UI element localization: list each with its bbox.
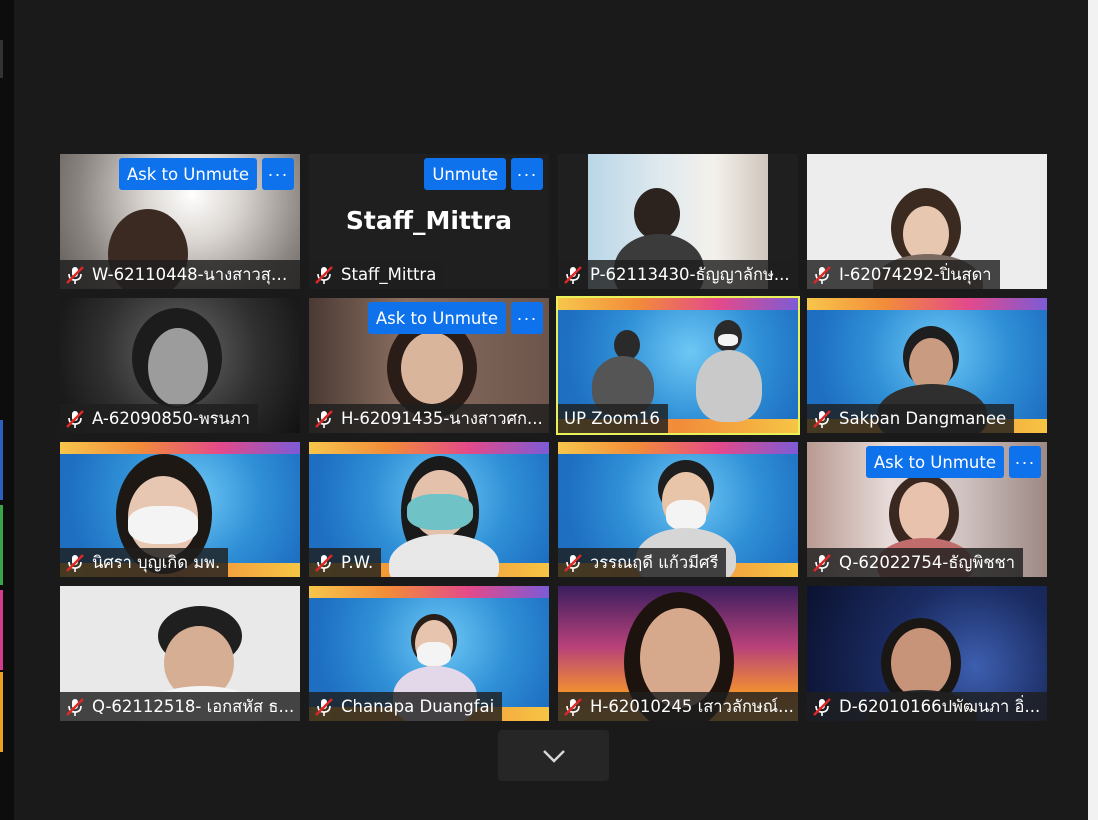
participant-name: Staff_Mittra [341, 265, 437, 284]
participant-name: D-62010166ปพัฒนภา อิ่... [839, 696, 1041, 716]
video-tile[interactable]: P.W. [309, 442, 549, 577]
participant-name: Sakpan Dangmanee [839, 409, 1007, 428]
participant-name-tag: Staff_Mittra [309, 260, 445, 289]
active-speaker-tile[interactable]: UP Zoom16 [556, 296, 800, 435]
muted-mic-icon [564, 265, 582, 284]
muted-mic-icon [66, 265, 84, 284]
muted-mic-icon [66, 409, 84, 428]
participant-avatar-name: Staff_Mittra [345, 206, 513, 235]
muted-mic-icon [813, 697, 831, 716]
participant-name-tag: Q-62112518- เอกสหัส ธ... [60, 692, 300, 721]
video-tile[interactable]: Staff_Mittra Unmute ··· Staff_Mittra [309, 154, 549, 289]
muted-mic-icon [813, 409, 831, 428]
participant-name: วรรณฤดี แก้วมีศรี [590, 552, 719, 572]
muted-mic-icon [813, 553, 831, 572]
muted-mic-icon [66, 553, 84, 572]
participant-name: P-62113430-ธัญญาลักษ... [590, 264, 790, 284]
video-tile[interactable]: นิศรา บุญเกิด มพ. [60, 442, 300, 577]
participant-name-tag: Sakpan Dangmanee [807, 404, 1015, 433]
participant-name-tag: Chanapa Duangfai [309, 692, 503, 721]
video-tile[interactable]: วรรณฤดี แก้วมีศรี [558, 442, 798, 577]
video-tile[interactable]: Ask to Unmute ··· W-62110448-นางสาวสุชั.… [60, 154, 300, 289]
participant-name-tag: D-62010166ปพัฒนภา อิ่... [807, 692, 1047, 721]
participant-name-tag: A-62090850-พรนภา [60, 404, 258, 433]
participant-name: UP Zoom16 [564, 409, 660, 428]
participant-name: Chanapa Duangfai [341, 697, 495, 716]
participant-name-tag: P-62113430-ธัญญาลักษ... [558, 260, 798, 289]
participant-name-tag: W-62110448-นางสาวสุชั... [60, 260, 300, 289]
muted-mic-icon [66, 697, 84, 716]
participant-name: I-62074292-ปิ่นสุดา [839, 264, 992, 284]
video-tile[interactable]: Chanapa Duangfai [309, 586, 549, 721]
participant-name-tag: H-62010245 เสาวลักษณ์... [558, 692, 798, 721]
more-options-button[interactable]: ··· [511, 158, 543, 190]
video-tile[interactable]: P-62113430-ธัญญาลักษ... [558, 154, 798, 289]
left-window-strip [0, 0, 14, 820]
video-tile[interactable]: D-62010166ปพัฒนภา อิ่... [807, 586, 1047, 721]
participant-name: Q-62022754-ธัญพิชชา [839, 552, 1016, 572]
chevron-down-icon [542, 749, 565, 763]
video-tile[interactable]: A-62090850-พรนภา [60, 298, 300, 433]
ask-to-unmute-button[interactable]: Ask to Unmute [865, 446, 1004, 478]
participant-name-tag: วรรณฤดี แก้วมีศรี [558, 548, 727, 577]
participant-name-tag: I-62074292-ปิ่นสุดา [807, 260, 1000, 289]
muted-mic-icon [315, 697, 333, 716]
video-tile[interactable]: Q-62112518- เอกสหัส ธ... [60, 586, 300, 721]
muted-mic-icon [315, 409, 333, 428]
more-options-button[interactable]: ··· [262, 158, 294, 190]
window-edge [1088, 0, 1098, 820]
video-tile[interactable]: Sakpan Dangmanee [807, 298, 1047, 433]
participant-name-tag: UP Zoom16 [558, 404, 668, 433]
participant-name: W-62110448-นางสาวสุชั... [92, 264, 296, 284]
participant-name: H-62010245 เสาวลักษณ์... [590, 696, 794, 716]
video-tile[interactable]: H-62010245 เสาวลักษณ์... [558, 586, 798, 721]
participant-name-tag: นิศรา บุญเกิด มพ. [60, 548, 229, 577]
participant-name: นิศรา บุญเกิด มพ. [92, 552, 221, 572]
muted-mic-icon [564, 553, 582, 572]
participant-name-tag: P.W. [309, 548, 382, 577]
ask-to-unmute-button[interactable]: Ask to Unmute [118, 158, 257, 190]
scroll-down-button[interactable] [498, 730, 609, 781]
more-options-button[interactable]: ··· [511, 302, 543, 334]
participant-name: Q-62112518- เอกสหัส ธ... [92, 696, 295, 716]
participant-name-tag: Q-62022754-ธัญพิชชา [807, 548, 1024, 577]
gallery-grid: Ask to Unmute ··· W-62110448-นางสาวสุชั.… [60, 154, 1048, 721]
video-tile[interactable]: I-62074292-ปิ่นสุดา [807, 154, 1047, 289]
video-tile[interactable]: Ask to Unmute ··· Q-62022754-ธัญพิชชา [807, 442, 1047, 577]
more-options-button[interactable]: ··· [1009, 446, 1041, 478]
participant-name: P.W. [341, 553, 374, 572]
muted-mic-icon [813, 265, 831, 284]
participant-name: H-62091435-นางสาวศก... [341, 408, 543, 428]
ask-to-unmute-button[interactable]: Ask to Unmute [367, 302, 506, 334]
participant-name-tag: H-62091435-นางสาวศก... [309, 404, 549, 433]
video-tile[interactable]: Ask to Unmute ··· H-62091435-นางสาวศก... [309, 298, 549, 433]
participant-name: A-62090850-พรนภา [92, 408, 250, 428]
muted-mic-icon [315, 553, 333, 572]
unmute-button[interactable]: Unmute [424, 158, 506, 190]
muted-mic-icon [315, 265, 333, 284]
muted-mic-icon [564, 697, 582, 716]
